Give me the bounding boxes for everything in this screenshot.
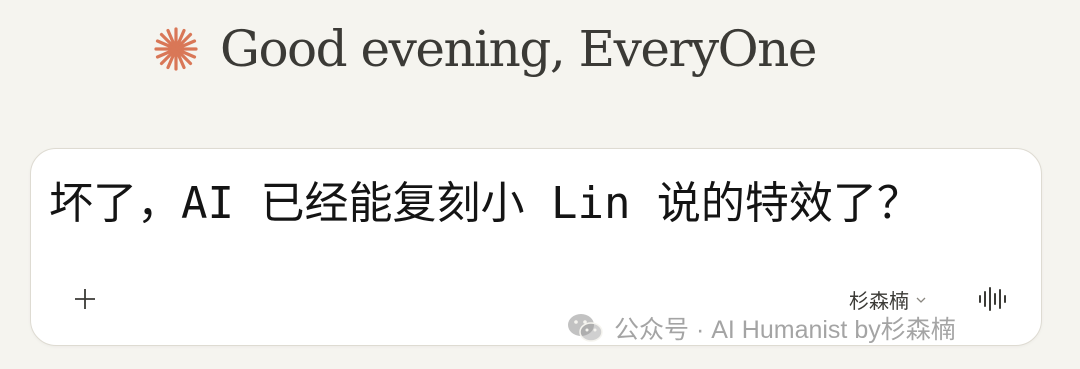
voice-input-button[interactable] <box>973 283 1013 315</box>
greeting-title: Good evening, EveryOne <box>220 20 817 78</box>
greeting-header: Good evening, EveryOne <box>150 14 817 84</box>
prompt-input-text[interactable]: 坏了，AI 已经能复刻小 Lin 说的特效了？ <box>49 167 921 231</box>
add-attachment-button[interactable] <box>67 281 103 317</box>
voice-waveform-icon <box>979 287 1006 311</box>
wechat-icon <box>568 314 603 342</box>
watermark-text: 公众号 · AI Humanist by杉森楠 <box>614 316 956 344</box>
chevron-down-icon <box>916 297 926 303</box>
plus-icon <box>75 289 95 309</box>
watermark: 公众号 · AI Humanist by杉森楠 <box>566 310 956 346</box>
spark-icon <box>154 27 198 71</box>
